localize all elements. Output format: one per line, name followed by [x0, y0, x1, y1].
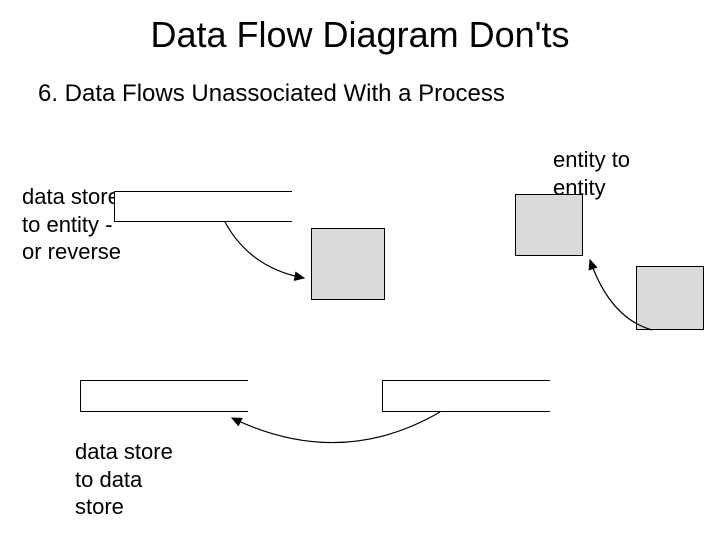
- arrow-datastore-to-datastore: [232, 412, 440, 443]
- arrow-datastore-to-entity: [225, 222, 304, 278]
- label-datastore-to-datastore: data store to data store: [75, 438, 173, 521]
- slide-subtitle: 6. Data Flows Unassociated With a Proces…: [38, 80, 505, 108]
- datastore-box-2: [80, 380, 248, 412]
- entity-box-3: [636, 266, 704, 330]
- entity-box-2: [515, 194, 583, 256]
- label-datastore-to-entity: data store to entity - or reverse: [22, 183, 121, 266]
- label-entity-to-entity: entity to entity: [553, 146, 630, 201]
- datastore-box-3: [382, 380, 550, 412]
- datastore-box-1: [114, 191, 292, 222]
- slide-title: Data Flow Diagram Don'ts: [0, 14, 720, 56]
- entity-box-1: [311, 228, 385, 300]
